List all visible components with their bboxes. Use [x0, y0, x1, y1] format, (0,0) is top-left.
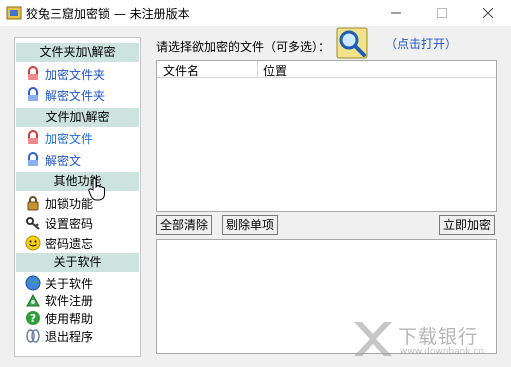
- sidebar-item-label: 退出程序: [45, 330, 94, 344]
- sidebar-item-label: 加密文件夹: [45, 68, 106, 82]
- sidebar-item-help[interactable]: ? 使用帮助: [25, 310, 93, 328]
- watermark: 下载银行 www.downbank.cn: [352, 318, 502, 360]
- sidebar-item-label: 软件注册: [45, 294, 94, 308]
- sidebar-item-label: 解密文: [45, 154, 82, 168]
- minimize-icon: [391, 12, 401, 14]
- column-header-location[interactable]: 位置: [263, 62, 287, 79]
- sidebar-item-label: 解密文件夹: [45, 89, 106, 103]
- lock-red-icon: [28, 130, 38, 144]
- app-logo-icon: [6, 6, 22, 20]
- sidebar-item-label: 使用帮助: [45, 312, 94, 326]
- lock-blue-icon: [28, 87, 38, 101]
- smiley-icon: [25, 235, 41, 251]
- padlock-icon: [27, 196, 39, 211]
- globe-icon: [25, 275, 41, 291]
- minimize-button[interactable]: [373, 0, 419, 26]
- sidebar-item-label: 密码遗忘: [45, 237, 94, 251]
- help-icon: ?: [26, 311, 40, 325]
- sidebar-item-encrypt-file[interactable]: 加密文件: [25, 130, 93, 148]
- svg-text:?: ?: [30, 312, 36, 325]
- section-header-folder: 文件夹加\解密: [16, 43, 139, 62]
- sidebar-item-forgot-password[interactable]: 密码遗忘: [25, 235, 93, 253]
- section-header-file: 文件加\解密: [16, 108, 139, 127]
- key-icon: [26, 217, 40, 230]
- sidebar-item-decrypt-file[interactable]: 解密文: [25, 152, 81, 170]
- hand-cursor-icon: [88, 178, 105, 201]
- close-icon: [483, 8, 493, 18]
- column-divider[interactable]: [257, 61, 258, 77]
- section-header-other: 其他功能: [16, 172, 139, 191]
- remove-item-button[interactable]: 剔除单项: [222, 215, 278, 235]
- file-list-header: 文件名 位置: [157, 61, 496, 78]
- maximize-button[interactable]: [419, 0, 465, 26]
- maximize-icon: [437, 8, 447, 18]
- sidebar-item-label: 关于软件: [45, 277, 94, 291]
- sidebar-item-set-password[interactable]: 设置密码: [25, 215, 93, 233]
- file-list[interactable]: 文件名 位置: [156, 60, 497, 212]
- sidebar-item-label: 设置密码: [45, 217, 94, 231]
- file-select-prompt: 请选择欲加密的文件（可多选）：: [156, 40, 331, 54]
- sidebar-item-register[interactable]: 软件注册: [25, 292, 93, 310]
- watermark-brand: 下载银行: [398, 326, 479, 348]
- sidebar-item-about[interactable]: 关于软件: [25, 275, 93, 293]
- sidebar-item-exit[interactable]: 退出程序: [25, 328, 93, 346]
- open-file-search-icon[interactable]: [336, 27, 368, 59]
- encrypt-now-button[interactable]: 立即加密: [439, 215, 495, 235]
- watermark-logo-icon: [354, 322, 392, 356]
- watermark-url: www.downbank.cn: [400, 347, 485, 357]
- section-header-about: 关于软件: [16, 253, 139, 272]
- close-button[interactable]: [465, 0, 511, 26]
- column-header-filename[interactable]: 文件名: [163, 62, 199, 79]
- sidebar-item-label: 加密文件: [45, 132, 94, 146]
- clear-all-button[interactable]: 全部清除: [156, 215, 212, 235]
- exit-icon: [26, 329, 40, 343]
- app-window: 狡兔三窟加密锁 — 未注册版本 文件夹加\解密 加密文件夹 解密文件夹 文件加\…: [0, 0, 511, 367]
- sidebar-item-label: 加锁功能: [45, 197, 94, 211]
- open-file-link[interactable]: （点击打开）: [385, 35, 457, 52]
- register-icon: [26, 293, 40, 307]
- sidebar-item-lock-function[interactable]: 加锁功能: [25, 195, 93, 213]
- window-title: 狡兔三窟加密锁 — 未注册版本: [26, 7, 190, 21]
- sidebar: 文件夹加\解密 加密文件夹 解密文件夹 文件加\解密 加密文件 解密文 其他功能…: [14, 37, 141, 357]
- sidebar-item-decrypt-folder[interactable]: 解密文件夹: [25, 87, 105, 105]
- lock-red-icon: [28, 66, 38, 80]
- lock-blue-icon: [28, 152, 38, 166]
- sidebar-item-encrypt-folder[interactable]: 加密文件夹: [25, 66, 105, 84]
- title-bar[interactable]: 狡兔三窟加密锁 — 未注册版本: [0, 0, 511, 26]
